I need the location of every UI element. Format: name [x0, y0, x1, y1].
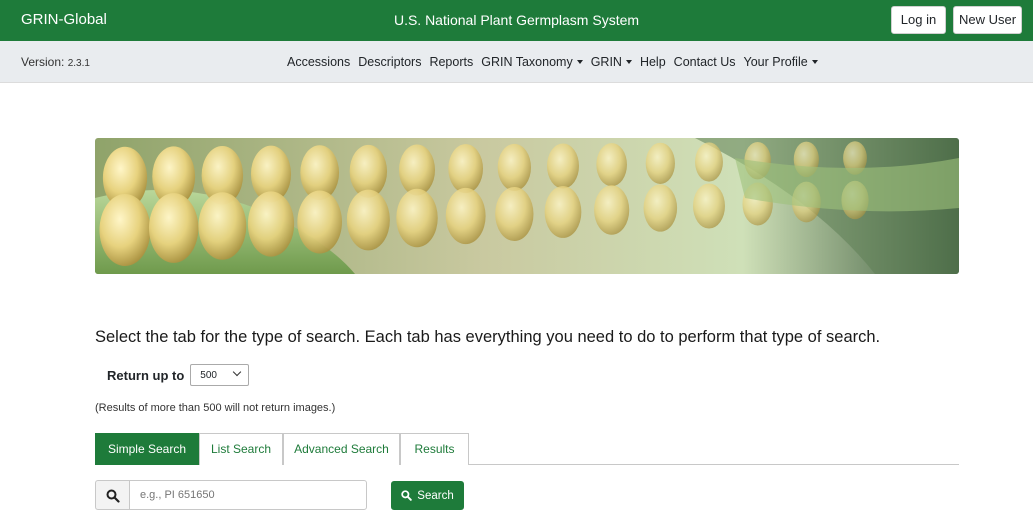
return-limit-select[interactable]: 500: [190, 364, 250, 386]
simple-search-group: [95, 480, 367, 510]
nav-reports[interactable]: Reports: [429, 55, 473, 69]
top-header-bar: GRIN-Global U.S. National Plant Germplas…: [0, 0, 1033, 41]
chevron-down-icon: [233, 367, 242, 377]
search-icon: [401, 490, 413, 501]
nav-accessions-label: Accessions: [287, 55, 351, 69]
main-navbar: Version: 2.3.1 Accessions Descriptors Re…: [0, 41, 1033, 83]
nav-reports-label: Reports: [429, 55, 474, 69]
login-button[interactable]: Log in: [891, 6, 946, 34]
caret-down-icon: [625, 59, 632, 64]
search-icon: [106, 489, 120, 503]
nav-links: Accessions Descriptors Reports GRIN Taxo…: [287, 55, 818, 69]
version-label: Version:: [21, 55, 65, 69]
caret-down-icon: [576, 59, 583, 64]
nav-grin-taxonomy-dropdown[interactable]: GRIN Taxonomy: [481, 55, 583, 69]
search-addon: [95, 480, 129, 510]
return-limit-label: Return up to: [107, 367, 185, 383]
return-limit-row: Return up to 500: [107, 364, 250, 386]
version-info: Version: 2.3.1: [21, 55, 90, 69]
nav-grin-taxonomy-label: GRIN Taxonomy: [481, 55, 573, 69]
search-tabs: Simple Search List Search Advanced Searc…: [95, 433, 959, 465]
nav-your-profile-dropdown[interactable]: Your Profile: [744, 55, 818, 69]
nav-contact-us-label: Contact Us: [673, 55, 736, 69]
search-button-label: Search: [417, 489, 454, 502]
nav-grin-label: GRIN: [590, 55, 622, 69]
tab-advanced-search[interactable]: Advanced Search: [283, 433, 400, 465]
nav-help-label: Help: [639, 55, 666, 69]
caret-down-icon: [811, 59, 818, 64]
nav-contact-us[interactable]: Contact Us: [674, 55, 736, 69]
nav-help[interactable]: Help: [640, 55, 666, 69]
nav-descriptors-label: Descriptors: [358, 55, 422, 69]
nav-grin-dropdown[interactable]: GRIN: [591, 55, 632, 69]
new-user-button[interactable]: New User: [953, 6, 1022, 34]
nav-descriptors[interactable]: Descriptors: [358, 55, 421, 69]
site-title: U.S. National Plant Germplasm System: [393, 12, 640, 28]
tab-results[interactable]: Results: [400, 433, 469, 465]
version-number: 2.3.1: [67, 58, 90, 69]
corn-banner-image: [95, 138, 959, 274]
return-limit-value: 500: [200, 370, 217, 381]
search-instructions: Select the tab for the type of search. E…: [95, 328, 881, 346]
simple-search-input[interactable]: [129, 480, 367, 510]
nav-your-profile-label: Your Profile: [743, 55, 808, 69]
nav-accessions[interactable]: Accessions: [287, 55, 350, 69]
tab-list-search[interactable]: List Search: [199, 433, 283, 465]
tab-simple-search[interactable]: Simple Search: [95, 433, 199, 465]
search-button[interactable]: Search: [391, 481, 464, 510]
results-note: (Results of more than 500 will not retur…: [95, 402, 336, 414]
